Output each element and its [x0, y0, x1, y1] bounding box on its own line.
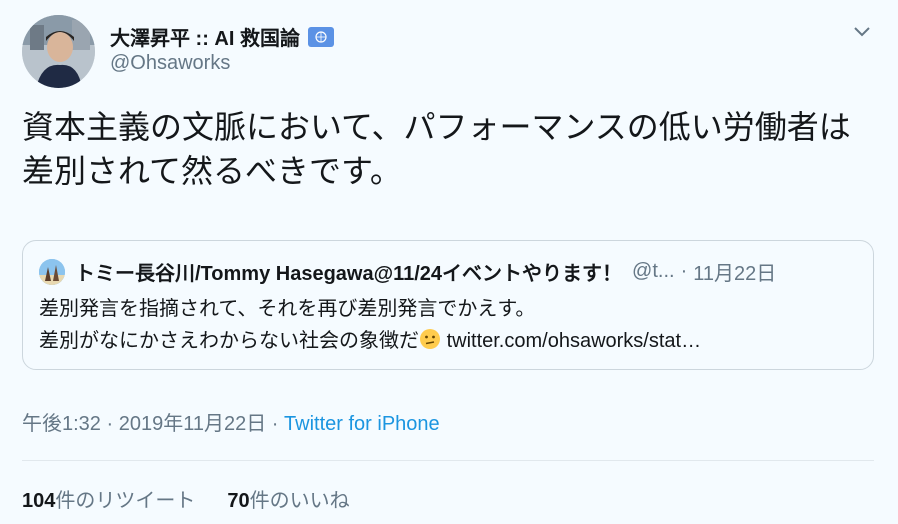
meta-separator-2: ·: [271, 413, 279, 435]
likes-stat[interactable]: 70件のいいね: [227, 484, 349, 513]
quoted-handle: @t...: [632, 260, 675, 282]
author-name-text[interactable]: 大澤昇平 :: AI 救国論: [110, 22, 300, 51]
retweets-label: 件のリツイート: [55, 490, 196, 512]
un-flag-icon: [308, 26, 334, 47]
quoted-line-1: 差別発言を指摘されて、それを再び差別発言でかえす。: [39, 298, 536, 320]
quoted-avatar: [39, 258, 65, 285]
quoted-separator: ·: [680, 260, 688, 282]
divider: [22, 460, 874, 461]
quoted-date: 11月22日: [693, 263, 777, 285]
author-avatar[interactable]: [22, 15, 95, 88]
tweet-stats: 104件のリツイート 70件のいいね: [22, 484, 350, 513]
quoted-text: 差別発言を指摘されて、それを再び差別発言でかえす。 差別がなにかさえわからない社…: [39, 293, 857, 357]
tweet-source-link[interactable]: Twitter for iPhone: [284, 413, 440, 435]
author-name[interactable]: 大澤昇平 :: AI 救国論: [110, 22, 334, 51]
retweets-count: 104: [22, 490, 56, 512]
tweet-date[interactable]: 2019年11月22日: [119, 413, 267, 435]
quoted-line-2-wrap: 差別がなにかさえわからない社会の象徴だ twitter.com/ohsawork…: [39, 325, 857, 357]
quoted-line-2: 差別がなにかさえわからない社会の象徴だ: [39, 330, 419, 352]
retweets-stat[interactable]: 104件のリツイート: [22, 484, 195, 513]
quoted-tweet[interactable]: トミー長谷川/Tommy Hasegawa@11/24イベントやります！ @t.…: [22, 240, 874, 370]
tweet-time[interactable]: 午後1:32: [22, 413, 101, 435]
chevron-down-icon[interactable]: [851, 20, 873, 42]
likes-count: 70: [227, 490, 250, 512]
likes-label: 件のいいね: [249, 490, 350, 512]
quoted-header: トミー長谷川/Tommy Hasegawa@11/24イベントやります！ @t.…: [39, 257, 857, 286]
meta-separator-1: ·: [106, 413, 114, 435]
confused-face-emoji: [419, 328, 441, 350]
tweet-text: 資本主義の文脈において、パフォーマンスの低い労働者は差別されて然るべきです。: [22, 109, 851, 189]
author-handle[interactable]: @Ohsaworks: [110, 52, 230, 75]
quoted-name: トミー長谷川/Tommy Hasegawa@11/24イベントやります！: [75, 263, 623, 285]
quoted-link[interactable]: twitter.com/ohsaworks/stat…: [447, 330, 702, 352]
tweet-meta: 午後1:32 · 2019年11月22日 · Twitter for iPhon…: [22, 407, 440, 436]
